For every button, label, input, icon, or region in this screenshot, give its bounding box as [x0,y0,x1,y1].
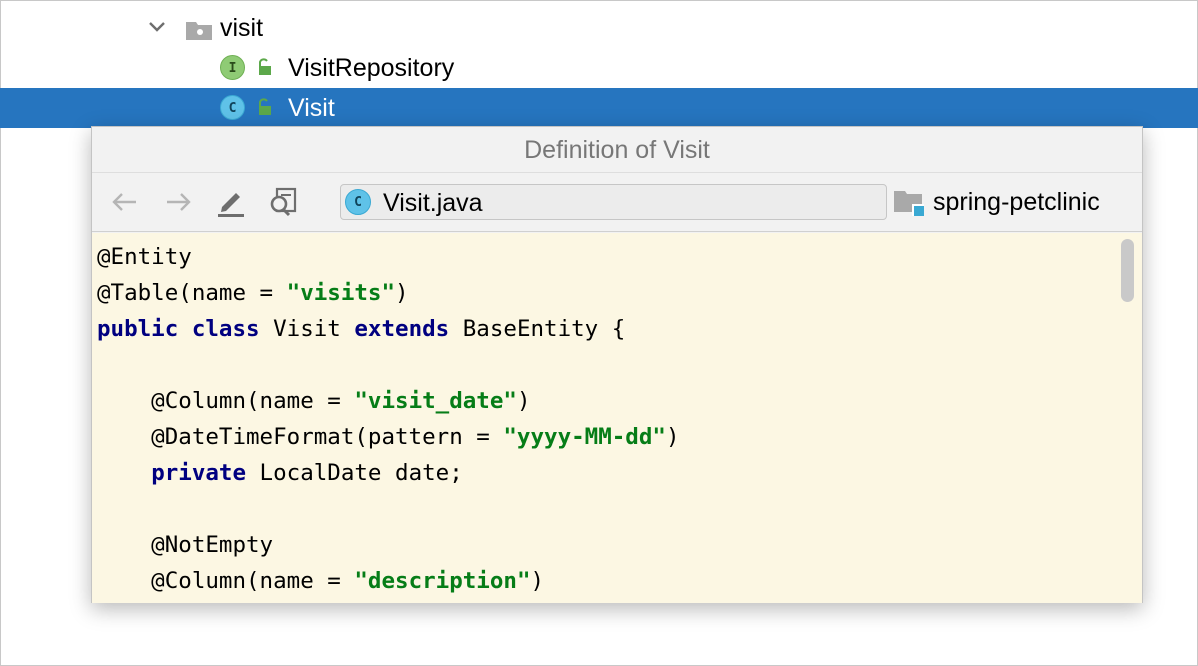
pencil-icon [218,193,244,217]
code-text: @Table(name = [97,280,287,306]
popup-title: Definition of Visit [92,127,1142,173]
back-button[interactable] [109,186,141,218]
code-text: ) [516,388,531,414]
quick-definition-popup: Definition of Visit C Visit.java spring-… [91,126,1143,603]
arrow-right-icon [167,193,191,211]
chevron-down-icon[interactable] [148,21,166,33]
code-line: @NotEmpty [97,527,273,563]
class-icon: C [345,189,371,215]
code-text: @Column(name = [97,568,355,594]
code-line: @Column(name = "description") [97,563,544,599]
unlocked-icon [259,58,271,75]
popup-toolbar: C Visit.java spring-petclinic [92,174,1142,232]
code-keyword: class [191,316,260,342]
edit-source-button[interactable] [215,186,247,218]
module-folder-icon [894,191,924,216]
class-icon: C [220,95,245,120]
code-string: "visits" [286,280,396,306]
code-keyword: extends [354,316,450,342]
code-line: @Table(name = "visits") [97,275,409,311]
tree-folder-label: visit [220,14,264,42]
code-text: BaseEntity { [449,316,626,342]
code-line: @Entity [97,239,192,275]
code-keyword: private [151,460,247,486]
unlocked-icon [259,98,271,115]
code-preview: @Entity @Table(name = "visits") public cla… [92,233,1117,603]
file-name: Visit.java [383,189,483,217]
code-line: public class Visit extends BaseEntity { [97,311,625,347]
package-folder-icon [186,22,212,40]
module-name: spring-petclinic [933,188,1100,216]
interface-icon: I [220,55,245,80]
tree-row-visit-package[interactable]: visit [0,8,1198,48]
code-line: @Column(name = "visit_date") [97,383,531,419]
scrollbar-thumb[interactable] [1121,239,1134,302]
code-string: "description" [354,568,531,594]
find-usages-button[interactable] [267,186,299,218]
code-keyword: public [97,316,179,342]
code-string: "yyyy-MM-dd" [503,424,666,450]
code-text: @NotEmpty [97,532,274,558]
code-text: ) [665,424,680,450]
tree-item-label: Visit [288,94,335,122]
code-line: @DateTimeFormat(pattern = "yyyy-MM-dd") [97,419,680,455]
code-line: private LocalDate date; [97,455,463,491]
tree-row-visit-selected[interactable]: C Visit [0,88,1198,128]
find-usages-icon [270,187,297,217]
code-text: LocalDate date; [246,460,463,486]
tree-row-visitrepository[interactable]: I VisitRepository [0,48,1198,88]
code-text: @Entity [97,244,192,270]
code-text: ) [530,568,545,594]
forward-button[interactable] [162,186,194,218]
file-selector[interactable]: C Visit.java [340,184,887,220]
code-text: @DateTimeFormat(pattern = [97,424,504,450]
code-text: Visit [259,316,355,342]
tree-item-label: VisitRepository [288,54,455,82]
code-string: "visit_date" [354,388,517,414]
arrow-left-icon [112,193,136,211]
code-text: @Column(name = [97,388,355,414]
code-text: ) [395,280,409,306]
